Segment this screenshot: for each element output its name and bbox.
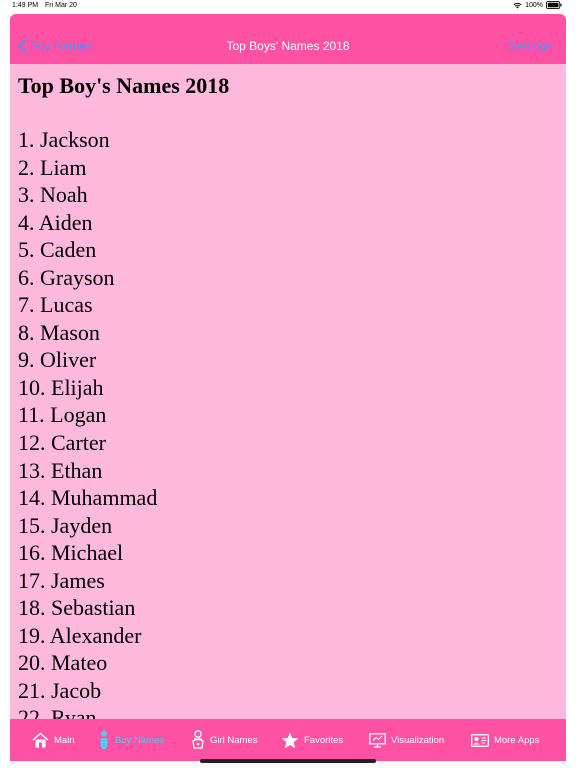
list-item: 1. Jackson [18, 127, 110, 152]
list-item: 14. Muhammad [18, 485, 158, 511]
list-item: 9. Oliver [18, 347, 97, 373]
list-item: 21. Jacob [18, 677, 102, 703]
names-list: 1. Jackson 2. Liam 3. Noah 4. Aiden 5. C… [18, 126, 157, 719]
list-item: 13. Ethan [18, 457, 103, 483]
navigation-bar: Boy Names Top Boys' Names 2018 Settings [10, 28, 566, 64]
home-indicator [200, 759, 376, 763]
tab-label: More Apps [494, 734, 540, 746]
names-content: Top Boy's Names 2018 1. Jackson 2. Liam … [10, 64, 566, 719]
list-item: 3. Noah [18, 182, 88, 208]
list-item: 5. Caden [18, 237, 97, 263]
list-item: 7. Lucas [18, 292, 93, 318]
settings-button[interactable]: Settings [509, 39, 552, 53]
list-item: 20. Mateo [18, 650, 108, 676]
tab-main[interactable]: Main [32, 729, 75, 751]
page-title: Top Boy's Names 2018 [18, 73, 230, 98]
tab-visualization[interactable]: Visualization [369, 729, 444, 751]
list-item: 2. Liam [18, 154, 87, 180]
list-item: 11. Logan [18, 402, 107, 428]
status-indicators: 100% [513, 1, 562, 9]
wifi-icon [513, 2, 522, 8]
list-item: 18. Sebastian [18, 595, 136, 621]
tab-favorites[interactable]: Favorites [281, 729, 343, 751]
boy-icon [100, 730, 108, 749]
tab-label: Main [54, 734, 75, 746]
app-screen: 1:49 PM Fri Mar 20 100% Boy Names Top Bo… [0, 0, 576, 768]
list-item: 4. Aiden [18, 209, 93, 235]
list-item: 10. Elijah [18, 374, 104, 400]
status-bar: 1:49 PM Fri Mar 20 100% [0, 0, 576, 12]
list-item: 16. Michael [18, 540, 124, 566]
tab-girl-names[interactable]: Girl Names [191, 729, 258, 751]
list-item: 8. Mason [18, 319, 100, 345]
nav-title: Top Boys' Names 2018 [226, 39, 350, 53]
tab-bar: Main Boy Names Girl Names Favorites Visu… [10, 719, 566, 761]
list-item: 12. Carter [18, 430, 106, 456]
home-icon [32, 732, 49, 748]
battery-percent: 100% [525, 1, 543, 9]
contact-card-icon [471, 733, 489, 747]
tab-more-apps[interactable]: More Apps [471, 729, 539, 751]
list-item: 19. Alexander [18, 622, 142, 648]
status-date: Fri Mar 20 [45, 2, 77, 9]
tab-label: Favorites [304, 734, 344, 746]
monitor-icon [369, 732, 386, 748]
girl-icon [192, 730, 204, 749]
tab-label: Visualization [391, 734, 445, 746]
list-item: 15. Jayden [18, 512, 113, 538]
list-item: 17. James [18, 567, 105, 593]
star-icon [281, 732, 299, 748]
list-item: 22. Ryan [18, 705, 97, 719]
tab-boy-names[interactable]: Boy Names [98, 729, 164, 751]
status-time: 1:49 PM [12, 2, 39, 9]
battery-icon [546, 1, 562, 9]
tab-label: Girl Names [210, 734, 258, 746]
tab-label: Boy Names [115, 734, 165, 746]
list-item: 6. Grayson [18, 264, 115, 290]
